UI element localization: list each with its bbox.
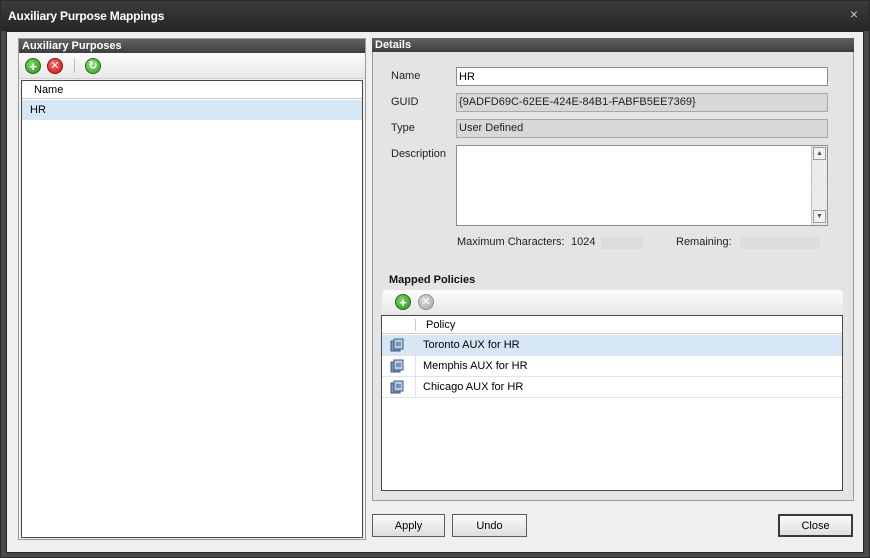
max-characters-label: Maximum Characters: <box>457 236 565 248</box>
scroll-track[interactable] <box>813 161 826 209</box>
auxiliary-purposes-list[interactable]: Name HR <box>21 80 363 538</box>
name-column-header[interactable]: Name <box>34 84 63 96</box>
details-panel: Details Name GUID {9ADFD69C-62EE-424E-84… <box>372 38 854 501</box>
remaining-label: Remaining: <box>676 236 732 248</box>
mapped-policies-grid[interactable]: Policy Toronto AUX for HR Memphis AUX fo… <box>381 315 843 491</box>
name-label: Name <box>391 70 421 82</box>
list-header[interactable]: Name <box>22 81 362 99</box>
close-icon[interactable]: × <box>847 7 861 21</box>
scroll-down-icon[interactable]: ▼ <box>813 210 826 223</box>
auxiliary-purposes-header: Auxiliary Purposes <box>19 39 365 53</box>
list-item-label: HR <box>30 104 46 116</box>
policy-icon <box>390 338 406 352</box>
close-button[interactable]: Close <box>778 514 853 537</box>
apply-button[interactable]: Apply <box>372 514 445 537</box>
undo-button[interactable]: Undo <box>452 514 527 537</box>
policy-icon <box>390 380 406 394</box>
name-field[interactable] <box>456 67 828 86</box>
policy-name: Toronto AUX for HR <box>423 339 520 351</box>
max-characters-box <box>601 237 643 249</box>
add-icon[interactable]: + <box>25 58 41 74</box>
policy-name: Memphis AUX for HR <box>423 360 528 372</box>
header-separator <box>415 319 416 331</box>
row-separator <box>415 377 416 397</box>
description-scrollbar[interactable]: ▲ ▼ <box>811 146 827 225</box>
toolbar-separator <box>74 59 75 73</box>
refresh-icon[interactable]: ↻ <box>85 58 101 74</box>
mapped-policies-title: Mapped Policies <box>389 274 476 286</box>
type-label: Type <box>391 122 415 134</box>
title-bar[interactable]: Auxiliary Purpose Mappings × <box>1 1 869 31</box>
details-header: Details <box>372 38 854 52</box>
auxiliary-purposes-toolbar: + ✕ ↻ <box>19 53 365 79</box>
policy-column-header[interactable]: Policy <box>426 319 455 331</box>
remaining-value <box>740 237 820 249</box>
policy-row[interactable]: Chicago AUX for HR <box>382 377 842 398</box>
max-characters-value: 1024 <box>571 236 596 248</box>
description-label: Description <box>391 148 447 160</box>
mapped-policies-toolbar: + ✕ <box>382 290 843 314</box>
window-title: Auxiliary Purpose Mappings <box>8 9 165 23</box>
policy-name: Chicago AUX for HR <box>423 381 524 393</box>
policies-header[interactable]: Policy <box>382 316 842 334</box>
policy-row[interactable]: Memphis AUX for HR <box>382 356 842 377</box>
remove-policy-icon[interactable]: ✕ <box>418 294 434 310</box>
policy-icon <box>390 359 406 373</box>
auxiliary-purposes-panel: Auxiliary Purposes + ✕ ↻ Name HR <box>18 38 366 540</box>
row-separator <box>415 335 416 355</box>
row-separator <box>415 356 416 376</box>
add-policy-icon[interactable]: + <box>395 294 411 310</box>
description-textarea[interactable]: ▲ ▼ <box>456 145 828 226</box>
list-item[interactable]: HR <box>22 100 362 120</box>
guid-label: GUID <box>391 96 419 108</box>
scroll-up-icon[interactable]: ▲ <box>813 147 826 160</box>
type-field: User Defined <box>456 119 828 138</box>
delete-icon[interactable]: ✕ <box>47 58 63 74</box>
dialog-client-area: Auxiliary Purposes + ✕ ↻ Name HR Details… <box>6 31 864 553</box>
guid-field: {9ADFD69C-62EE-424E-84B1-FABFB5EE7369} <box>456 93 828 112</box>
dialog-window: Auxiliary Purpose Mappings × Auxiliary P… <box>0 0 870 558</box>
policy-row[interactable]: Toronto AUX for HR <box>382 335 842 356</box>
